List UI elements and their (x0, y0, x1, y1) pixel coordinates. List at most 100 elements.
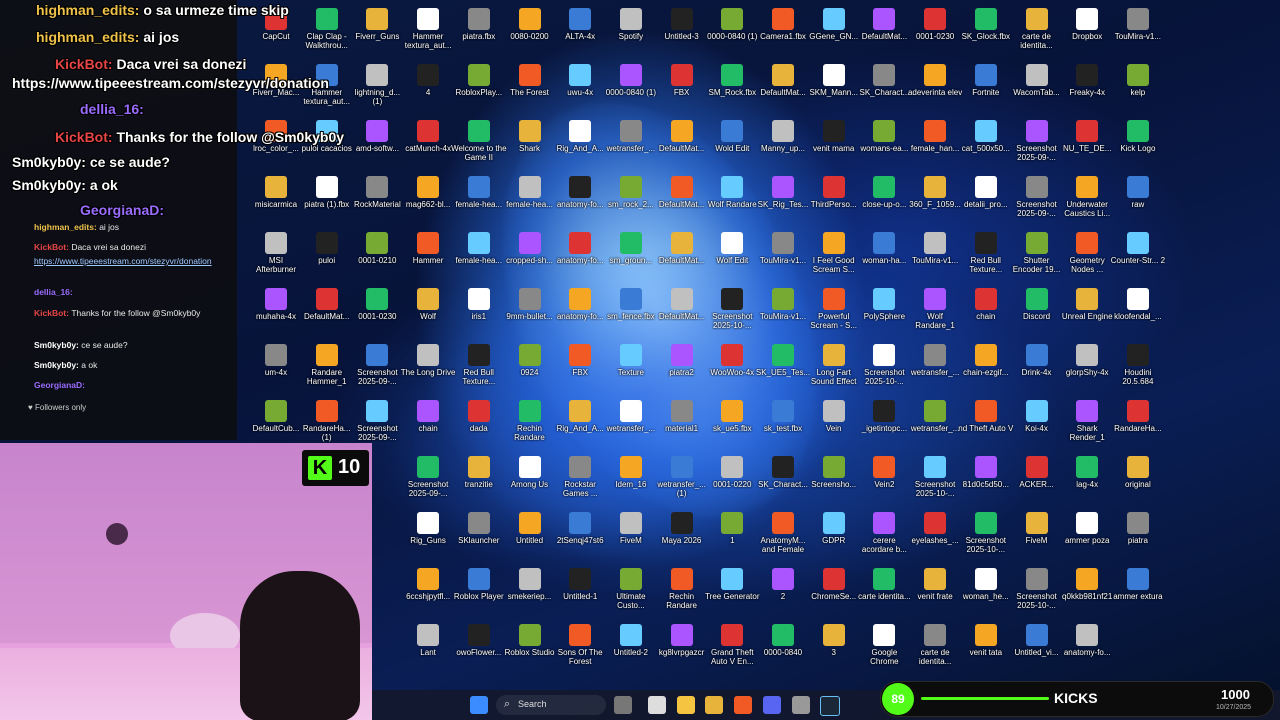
desktop-icon[interactable]: SK_UE5_Tes... (755, 340, 811, 396)
cat-app-icon[interactable] (614, 696, 632, 714)
desktop-icon[interactable]: sk_test.fbx (755, 396, 811, 452)
desktop-icon[interactable]: amd-softw... (349, 116, 405, 172)
desktop-icon[interactable]: DefaultMat... (755, 60, 811, 116)
desktop-icon[interactable]: um-4x (248, 340, 304, 396)
desktop-icon[interactable]: kloofendal_... (1110, 284, 1166, 340)
desktop-icon[interactable]: female-hea... (451, 172, 507, 228)
desktop-icon[interactable]: The Forest (502, 60, 558, 116)
desktop-icon[interactable]: uwu-4x (552, 60, 608, 116)
desktop-icon[interactable]: TouMira-v1... (755, 284, 811, 340)
desktop-icon[interactable]: 0001-0230 (907, 4, 963, 60)
desktop-icon[interactable]: wetransfer_... (1) (654, 452, 710, 508)
desktop-icon[interactable]: sm_rock_2... (603, 172, 659, 228)
desktop-icon[interactable]: Wolf Randare (704, 172, 760, 228)
desktop-icon[interactable]: chain-ezgif... (958, 340, 1014, 396)
desktop-icon[interactable]: piatra (1110, 508, 1166, 564)
desktop-icon[interactable]: DefaultMat... (654, 172, 710, 228)
desktop-icon[interactable]: Rig_And_A... (552, 396, 608, 452)
desktop-icon[interactable]: ammer extura (1110, 564, 1166, 620)
desktop-icon[interactable]: mag662-bl... (400, 172, 456, 228)
desktop-icon[interactable]: Roblox Studio (502, 620, 558, 676)
desktop-icon[interactable]: Manny_up... (755, 116, 811, 172)
desktop-icon[interactable]: Randare Hammer_1 (299, 340, 355, 396)
desktop-icon[interactable]: Hammer textura_aut... (400, 4, 456, 60)
desktop-icon[interactable]: chain (400, 396, 456, 452)
desktop-icon[interactable]: chain (958, 284, 1014, 340)
desktop-icon[interactable]: q0kkb981nf21 (1059, 564, 1115, 620)
desktop-icon[interactable]: Screenshot 2025-10-... (907, 452, 963, 508)
desktop-icon[interactable]: Shutter Encoder 19... (1009, 228, 1065, 284)
desktop-icon[interactable]: Discord (1009, 284, 1065, 340)
desktop-icon[interactable]: ChromeSe... (806, 564, 862, 620)
desktop-icon[interactable]: detalii_pro... (958, 172, 1014, 228)
desktop-icon[interactable]: SK_Rig_Tes... (755, 172, 811, 228)
desktop-icon[interactable]: Untitled-2 (603, 620, 659, 676)
desktop-icon[interactable]: puloi (299, 228, 355, 284)
task-view-icon[interactable] (648, 696, 666, 714)
desktop-icon[interactable]: sm_groun... (603, 228, 659, 284)
desktop-icon[interactable]: Wolf (400, 284, 456, 340)
desktop-icon[interactable]: WacomTab... (1009, 60, 1065, 116)
desktop-icon[interactable]: TouMira-v1... (1110, 4, 1166, 60)
desktop-icon[interactable]: RockMaterial (349, 172, 405, 228)
desktop-icon[interactable]: original (1110, 452, 1166, 508)
desktop-icon[interactable]: material1 (654, 396, 710, 452)
desktop-icon[interactable]: sm_fence.fbx (603, 284, 659, 340)
desktop-icon[interactable]: Rechin Randare (654, 564, 710, 620)
desktop-icon[interactable]: nd Theft Auto V (958, 396, 1014, 452)
desktop-icon[interactable]: 1 (704, 508, 760, 564)
desktop-icon[interactable]: lightning_d... (1) (349, 60, 405, 116)
desktop-icon[interactable]: Kick Logo (1110, 116, 1166, 172)
desktop-icon[interactable]: 81d0c5d50... (958, 452, 1014, 508)
desktop-icon[interactable]: misicarmica (248, 172, 304, 228)
file-explorer-icon[interactable] (677, 696, 695, 714)
desktop-icon[interactable]: Screenshot 2025-10-... (1009, 564, 1065, 620)
desktop-icon[interactable]: Underwater Caustics Li... (1059, 172, 1115, 228)
desktop-icon[interactable]: sk_ue5.fbx (704, 396, 760, 452)
desktop-icon[interactable]: I Feel Good Scream S... (806, 228, 862, 284)
desktop-icon[interactable]: 9mm-bullet... (502, 284, 558, 340)
desktop-icon[interactable]: anatomy-fo... (552, 172, 608, 228)
desktop-icon[interactable]: ammer poza (1059, 508, 1115, 564)
desktop-icon[interactable]: lag-4x (1059, 452, 1115, 508)
desktop-icon[interactable]: Fortnite (958, 60, 1014, 116)
desktop-icon[interactable]: Red Bull Texture... (451, 340, 507, 396)
desktop-icon[interactable]: 0000-0840 (755, 620, 811, 676)
desktop-icon[interactable]: TouMira-v1... (755, 228, 811, 284)
chat-username[interactable]: KickBot: (34, 242, 71, 252)
desktop-icon[interactable]: Tree Generator (704, 564, 760, 620)
desktop-icon[interactable]: Wolf Edit (704, 228, 760, 284)
desktop-icon[interactable]: wetransfer_... (603, 396, 659, 452)
chat-username[interactable]: Sm0kyb0y: (34, 360, 81, 370)
desktop-icon[interactable]: female_han... (907, 116, 963, 172)
desktop-icon[interactable]: female-hea... (451, 228, 507, 284)
desktop-icon[interactable]: Wold Edit (704, 116, 760, 172)
desktop-icon[interactable]: GGene_GN... (806, 4, 862, 60)
desktop-icon[interactable]: Welcome to the Game II (451, 116, 507, 172)
desktop-icon[interactable]: Rechin Randare (502, 396, 558, 452)
desktop-icon[interactable]: DefaultMat... (856, 4, 912, 60)
desktop-icon[interactable]: 0001-0210 (349, 228, 405, 284)
desktop-icon[interactable]: cat_500x50... (958, 116, 1014, 172)
desktop-icon[interactable]: 0080-0200 (502, 4, 558, 60)
desktop-icon[interactable]: Screenshot 2025-10-... (856, 340, 912, 396)
desktop-icon[interactable]: Ultimate Custo... (603, 564, 659, 620)
chat-link[interactable]: https://www.tipeeestream.com/stezyvr/don… (34, 256, 212, 266)
desktop-icon[interactable]: 6ccshjpytfl... (400, 564, 456, 620)
desktop-icon[interactable]: SK_Charact... (856, 60, 912, 116)
desktop-icon[interactable]: AnatomyM... and Female (755, 508, 811, 564)
desktop-icon[interactable]: SKlauncher (451, 508, 507, 564)
desktop-icon[interactable]: carte de identita... (907, 620, 963, 676)
emote-row[interactable] (28, 418, 218, 434)
desktop-icon[interactable]: Texture (603, 340, 659, 396)
desktop-icon[interactable]: Red Bull Texture... (958, 228, 1014, 284)
desktop-icon[interactable]: Hammer (400, 228, 456, 284)
desktop-icon[interactable]: kg8lvrpgazcr (654, 620, 710, 676)
desktop-icon[interactable]: The Long Drive (400, 340, 456, 396)
desktop-icon[interactable]: SKM_Mann... (806, 60, 862, 116)
desktop-icon[interactable]: Grand Theft Auto V En... (704, 620, 760, 676)
desktop-icon[interactable]: FBX (654, 60, 710, 116)
app-icon[interactable] (792, 696, 810, 714)
desktop-icon[interactable]: Koi-4x (1009, 396, 1065, 452)
desktop-icon[interactable]: Unreal Engine (1059, 284, 1115, 340)
